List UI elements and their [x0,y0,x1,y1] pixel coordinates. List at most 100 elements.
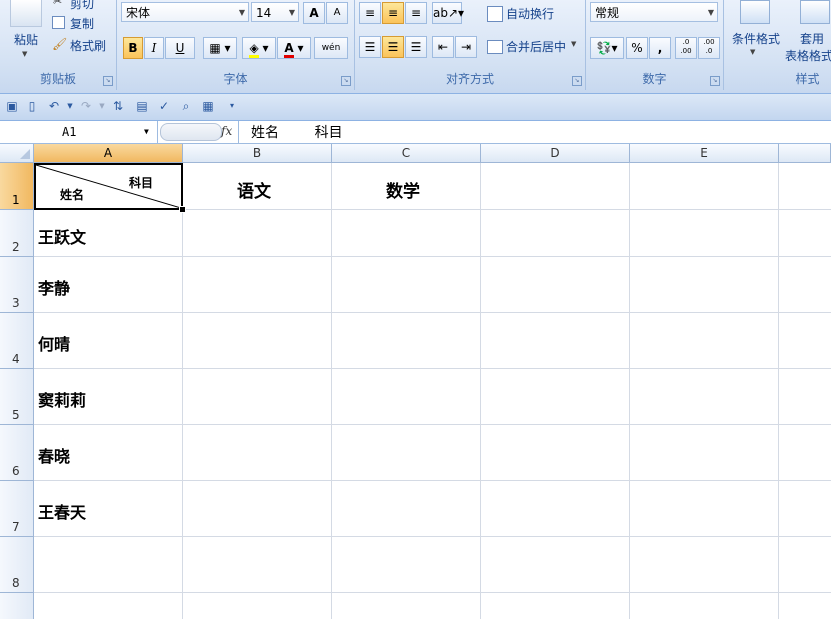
merge-center-icon[interactable] [487,40,503,54]
paste-icon[interactable] [10,0,42,27]
cell-c1[interactable]: 数学 [386,177,420,202]
column-header-f[interactable] [779,144,831,163]
redo-icon[interactable]: ↷ [78,98,94,114]
cell-a6[interactable]: 春晓 [38,443,70,467]
format-painter-button[interactable]: 格式刷 [70,37,106,54]
increase-indent-button[interactable]: ⇥ [455,36,477,58]
row-header-1[interactable]: 1 [0,163,34,210]
comma-button[interactable]: , [649,37,671,59]
font-name-select[interactable]: 宋体 ▼ [121,2,249,22]
increase-decimal-button[interactable]: .0 .00 [675,37,697,59]
fill-handle[interactable] [179,206,186,213]
row-header-9[interactable] [0,593,34,619]
formula-input[interactable]: 姓名 科目 [251,122,343,142]
form-icon[interactable]: ▤ [134,98,150,114]
row-header-5[interactable]: 5 [0,369,34,425]
name-box[interactable]: A1 ▼ [0,121,158,143]
new-file-icon[interactable]: ▯ [24,98,40,114]
spelling-icon[interactable]: ✓ [156,98,172,114]
customize-toolbar-icon[interactable]: ▾ [224,98,240,114]
cell-b1[interactable]: 语文 [237,177,271,202]
shrink-font-button[interactable]: A [326,2,348,24]
column-header-d[interactable]: D [481,144,630,163]
wrap-text-button[interactable]: 自动换行 [506,5,554,22]
undo-dropdown-icon[interactable]: ▼ [62,98,78,114]
orientation-button[interactable]: ab↗▾ [432,2,464,24]
align-top-button[interactable]: ≡ [359,2,381,24]
merge-dropdown-icon[interactable]: ▼ [571,40,576,48]
undo-icon[interactable]: ↶ [46,98,62,114]
number-launcher-icon[interactable]: ↘ [710,76,720,86]
gridline [778,163,779,619]
scissors-icon[interactable]: ✂ [53,0,62,8]
cell-a7[interactable]: 王春天 [38,499,86,523]
column-header-b[interactable]: B [183,144,332,163]
paste-dropdown-icon[interactable]: ▼ [22,50,27,58]
font-launcher-icon[interactable]: ↘ [341,76,351,86]
align-bottom-button[interactable]: ≡ [405,2,427,24]
font-size-select[interactable]: 14 ▼ [251,2,299,22]
chevron-down-icon[interactable]: ▼ [144,121,149,143]
redo-dropdown-icon[interactable]: ▼ [94,98,110,114]
sort-icon[interactable]: ⇅ [110,98,126,114]
cell-a2[interactable]: 王跃文 [38,224,86,248]
decrease-decimal-button[interactable]: .00 .0 [698,37,720,59]
fill-color-button[interactable]: ◈ ▾ [242,37,276,59]
print-preview-icon[interactable]: ⌕ [178,98,194,114]
gridline [34,536,831,537]
copy-button[interactable]: 复制 [70,15,94,32]
number-format-select[interactable]: 常规 ▼ [590,2,718,22]
row-header-4[interactable]: 4 [0,313,34,369]
cut-button[interactable]: 剪切 [70,0,94,12]
cell-a5[interactable]: 窦莉莉 [38,387,86,411]
chevron-down-icon: ▼ [288,8,295,17]
copy-icon[interactable] [52,16,65,29]
column-header-c[interactable]: C [332,144,481,163]
column-header-a[interactable]: A [34,144,183,163]
formula-bar-divider[interactable] [160,123,222,141]
table-format-button[interactable]: 套用 [800,30,824,47]
row-header-6[interactable]: 6 [0,425,34,481]
gridline [331,163,332,619]
column-header-e[interactable]: E [630,144,779,163]
conditional-format-button[interactable]: 条件格式 [732,30,780,47]
row-header-8[interactable]: 8 [0,537,34,593]
row-header-3[interactable]: 3 [0,257,34,313]
table-format-button-line2[interactable]: 表格格式 [785,47,831,64]
cell-a3[interactable]: 李静 [38,275,70,299]
merge-center-button[interactable]: 合并后居中 [506,38,566,55]
grid-icon[interactable]: ▦ [200,98,216,114]
conditional-dropdown-icon[interactable]: ▼ [750,48,755,56]
align-right-icon: ☰ [410,40,422,54]
clipboard-label: 剪贴板 [39,72,76,86]
format-painter-icon[interactable]: 🖌 [52,37,67,51]
table-format-icon[interactable] [800,0,830,24]
decrease-indent-button[interactable]: ⇤ [432,36,454,58]
currency-button[interactable]: 💱▾ [590,37,624,59]
align-center-button[interactable]: ☰ [382,36,404,58]
border-button[interactable]: ▦ ▾ [203,37,237,59]
row-header-2[interactable]: 2 [0,210,34,257]
bold-button[interactable]: B [123,37,143,59]
paste-button[interactable]: 粘贴 [14,31,38,48]
align-left-button[interactable]: ☰ [359,36,381,58]
fx-icon[interactable]: fx [221,124,232,138]
wrap-text-icon[interactable] [487,6,503,22]
row-header-7[interactable]: 7 [0,481,34,537]
italic-button[interactable]: I [144,37,164,59]
grow-font-button[interactable]: A [303,2,325,24]
select-all-corner[interactable] [0,144,34,163]
cell-a4[interactable]: 何晴 [38,331,70,355]
formula-separator [238,121,239,143]
alignment-launcher-icon[interactable]: ↘ [572,76,582,86]
align-middle-button[interactable]: ≡ [382,2,404,24]
underline-button[interactable]: U [165,37,195,59]
font-color-button[interactable]: A ▾ [277,37,311,59]
conditional-format-icon[interactable] [740,0,770,24]
save-icon[interactable]: ▣ [4,98,20,114]
clipboard-launcher-icon[interactable]: ↘ [103,76,113,86]
percent-button[interactable]: % [626,37,648,59]
cell-a1[interactable]: 科目 姓名 [34,163,183,210]
align-right-button[interactable]: ☰ [405,36,427,58]
phonetic-button[interactable]: wén [314,37,348,59]
